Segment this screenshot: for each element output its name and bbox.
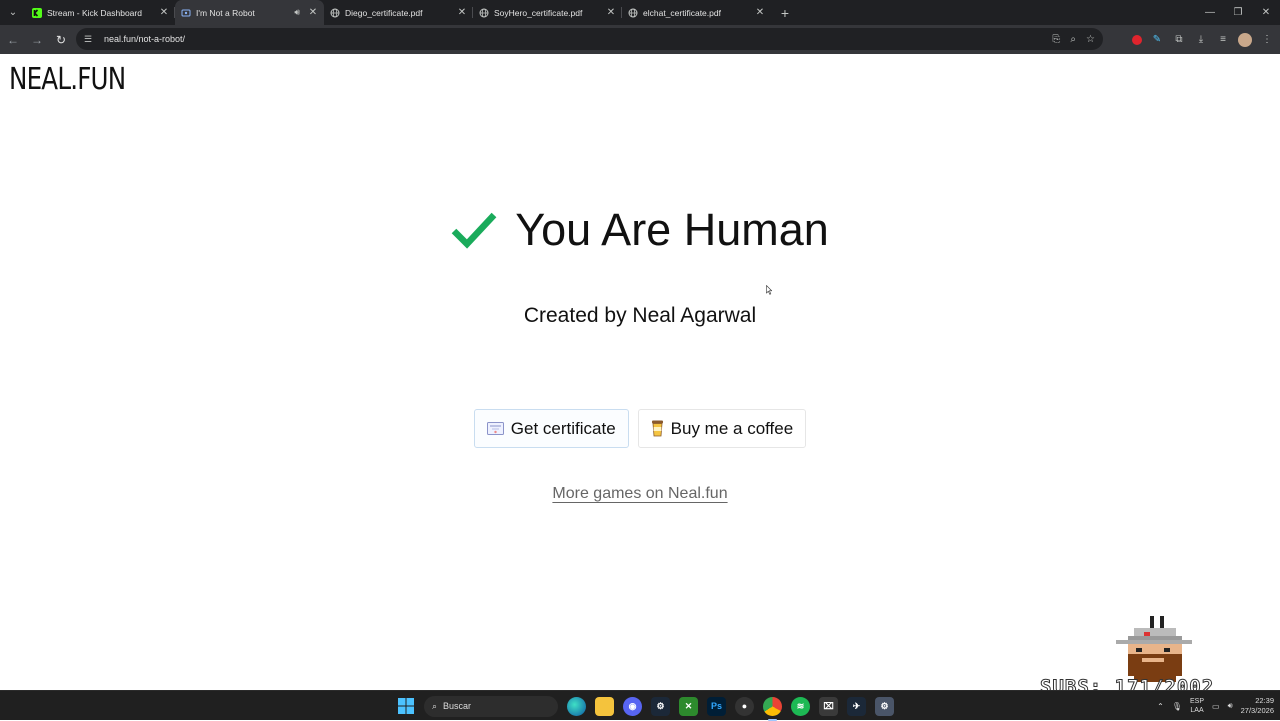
site-logo[interactable]: NEAL.FUN bbox=[9, 62, 126, 97]
tab-title: Stream - Kick Dashboard bbox=[47, 7, 142, 18]
mouse-cursor-icon bbox=[766, 285, 772, 295]
result-heading: You Are Human bbox=[0, 204, 1280, 256]
clock[interactable]: 22:39 27/3/2026 bbox=[1241, 696, 1274, 716]
minimize-icon[interactable]: — bbox=[1196, 0, 1224, 25]
obs-icon[interactable]: ● bbox=[735, 696, 754, 716]
creator-credit: Created by Neal Agarwal bbox=[523, 304, 757, 327]
omnibox-actions: ⎘ ⌕ ☆ bbox=[1052, 28, 1095, 50]
file-explorer-icon[interactable] bbox=[595, 696, 614, 716]
close-icon[interactable]: ✕ bbox=[157, 7, 171, 18]
tab-title: Diego_certificate.pdf bbox=[345, 7, 423, 18]
neal-fun-icon bbox=[181, 8, 191, 18]
action-buttons: Get certificate Buy me a coffee bbox=[0, 409, 1280, 448]
steam-icon[interactable]: ⚙ bbox=[651, 696, 670, 716]
clock-date: 27/3/2026 bbox=[1240, 706, 1274, 715]
certificate-icon bbox=[486, 422, 504, 435]
tray-chevron-icon[interactable]: ⌃ bbox=[1157, 702, 1164, 711]
steam-alt-icon[interactable]: ✈ bbox=[847, 696, 866, 716]
lang-bottom: LAA bbox=[1190, 707, 1204, 714]
extension-icon[interactable]: ✎ bbox=[1150, 33, 1164, 47]
checkmark-icon bbox=[451, 212, 497, 249]
tab-search-icon[interactable]: ⌄ bbox=[0, 0, 26, 25]
search-icon: ⌕ bbox=[432, 700, 438, 711]
coffee-cup-icon bbox=[651, 420, 664, 437]
more-menu-icon[interactable]: ⋮ bbox=[1260, 33, 1274, 47]
clock-time: 22:39 bbox=[1255, 696, 1274, 705]
zoom-icon[interactable]: ⌕ bbox=[1070, 34, 1076, 45]
settings-icon[interactable]: ⚙ bbox=[875, 696, 894, 716]
translate-icon[interactable]: ⎘ bbox=[1052, 34, 1060, 45]
kick-icon bbox=[32, 7, 42, 18]
reload-icon[interactable]: ↻ bbox=[50, 29, 72, 51]
window-close-icon[interactable]: ✕ bbox=[1252, 0, 1280, 25]
tab-strip: ⌄ Stream - Kick Dashboard ✕ I'm Not a Ro… bbox=[0, 0, 1280, 25]
windows-start-icon[interactable] bbox=[396, 697, 415, 716]
record-extension-icon[interactable] bbox=[1132, 34, 1142, 45]
new-tab-plus-icon[interactable]: + bbox=[775, 5, 795, 21]
close-icon[interactable]: ✕ bbox=[753, 7, 767, 18]
lang-top: ESP bbox=[1190, 698, 1205, 705]
page-content: NEAL.FUN You Are Human Created by Neal A… bbox=[0, 54, 1280, 690]
tab-not-a-robot[interactable]: I'm Not a Robot 🔊︎ ✕ bbox=[175, 0, 324, 25]
globe-icon bbox=[479, 8, 489, 18]
puzzle-extensions-icon[interactable]: ⧉ bbox=[1172, 33, 1186, 47]
close-icon[interactable]: ✕ bbox=[306, 7, 320, 18]
tab-diego-certificate[interactable]: Diego_certificate.pdf ✕ bbox=[324, 0, 473, 25]
site-info-icon[interactable]: ☰ bbox=[84, 34, 98, 45]
microphone-icon[interactable]: 🎙︎ bbox=[1172, 702, 1182, 711]
chrome-icon[interactable] bbox=[763, 696, 782, 721]
extensions-area: ✎ ⧉ ⤓ ≡ ⋮ bbox=[1132, 25, 1274, 54]
window-controls: — ❐ ✕ bbox=[1196, 0, 1280, 25]
tab-elchat-certificate[interactable]: elchat_certificate.pdf ✕ bbox=[622, 0, 771, 25]
bookmark-star-icon[interactable]: ☆ bbox=[1086, 34, 1095, 45]
tab-title: elchat_certificate.pdf bbox=[643, 7, 721, 18]
browser-toolbar: ← → ↻ ☰ neal.fun/not-a-robot/ ⎘ ⌕ ☆ bbox=[0, 25, 1280, 54]
language-indicator[interactable]: ESP LAA bbox=[1190, 697, 1204, 715]
tab-title: SoyHero_certificate.pdf bbox=[494, 7, 583, 18]
url-text: neal.fun/not-a-robot/ bbox=[104, 34, 186, 44]
restore-icon[interactable]: ❐ bbox=[1224, 0, 1252, 25]
forward-arrow-icon[interactable]: → bbox=[26, 29, 48, 51]
taskbar-apps: ⌕ Buscar ◉ ⚙ ✕ Ps ● ≋ ⌧ ✈ ⚙ bbox=[396, 691, 894, 721]
volume-icon[interactable]: 🔊︎ bbox=[1228, 701, 1233, 711]
buy-coffee-label: Buy me a coffee bbox=[670, 418, 794, 438]
profile-avatar[interactable] bbox=[1238, 32, 1252, 47]
get-certificate-label: Get certificate bbox=[510, 418, 616, 438]
page-title: You Are Human bbox=[515, 204, 829, 255]
xbox-icon[interactable]: ✕ bbox=[679, 696, 698, 716]
network-icon[interactable]: ▭ bbox=[1212, 702, 1220, 711]
download-icon[interactable]: ⤓ bbox=[1194, 33, 1208, 47]
more-games-container: More games on Neal.fun bbox=[0, 485, 1280, 503]
photoshop-icon[interactable]: Ps bbox=[707, 696, 726, 716]
edge-icon[interactable] bbox=[567, 696, 586, 716]
spotify-icon[interactable]: ≋ bbox=[791, 696, 810, 716]
tab-kick-dashboard[interactable]: Stream - Kick Dashboard ✕ bbox=[26, 0, 175, 25]
windows-taskbar: ⌕ Buscar ◉ ⚙ ✕ Ps ● ≋ ⌧ ✈ ⚙ ⌃ 🎙︎ ESP LAA… bbox=[0, 690, 1280, 721]
discord-icon[interactable]: ◉ bbox=[623, 696, 642, 716]
speaker-icon[interactable]: 🔊︎ bbox=[294, 7, 300, 18]
globe-icon bbox=[330, 8, 340, 18]
system-tray: ⌃ 🎙︎ ESP LAA ▭ 🔊︎ 22:39 27/3/2026 bbox=[1157, 691, 1274, 721]
taskbar-search-box[interactable]: ⌕ Buscar bbox=[424, 695, 558, 717]
pixel-character-icon bbox=[1116, 616, 1192, 682]
tab-soyhero-certificate[interactable]: SoyHero_certificate.pdf ✕ bbox=[473, 0, 622, 25]
back-arrow-icon[interactable]: ← bbox=[2, 29, 24, 51]
address-bar[interactable]: ☰ neal.fun/not-a-robot/ ⎘ ⌕ ☆ bbox=[76, 28, 1103, 50]
tab-title: I'm Not a Robot bbox=[196, 7, 255, 18]
close-icon[interactable]: ✕ bbox=[604, 7, 618, 18]
more-games-link[interactable]: More games on Neal.fun bbox=[552, 485, 727, 502]
search-placeholder: Buscar bbox=[443, 701, 472, 711]
close-icon[interactable]: ✕ bbox=[455, 7, 469, 18]
tab-search-menu-icon[interactable]: ≡ bbox=[1216, 33, 1230, 47]
buy-coffee-button[interactable]: Buy me a coffee bbox=[637, 409, 807, 448]
globe-icon bbox=[628, 8, 638, 18]
get-certificate-button[interactable]: Get certificate bbox=[473, 409, 629, 448]
excel-like-icon[interactable]: ⌧ bbox=[819, 696, 838, 716]
